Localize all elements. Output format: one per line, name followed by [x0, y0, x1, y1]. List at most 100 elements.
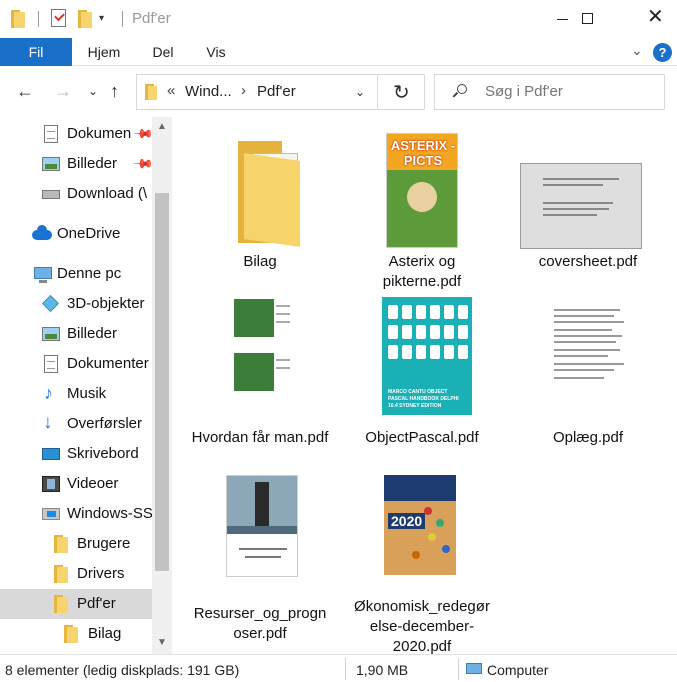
- sidebar-item-drivers[interactable]: Drivers: [0, 559, 152, 589]
- tab-hjem[interactable]: Hjem: [78, 38, 130, 66]
- ribbon-tabs: Fil Hjem Del Vis ⌄ ?: [0, 38, 677, 66]
- sidebar-item-label: Drivers: [77, 565, 125, 582]
- recent-locations-chevron-icon[interactable]: ⌄: [88, 80, 98, 102]
- music-note-icon: ♪: [44, 383, 53, 403]
- tab-vis[interactable]: Vis: [196, 38, 236, 66]
- folder-icon[interactable]: [11, 10, 25, 28]
- file-name: Bilag: [243, 253, 277, 270]
- pdf-thumbnail: ASTERIX - PICTS: [386, 133, 458, 248]
- sidebar-item-3d-objekter[interactable]: 3D-objekter: [0, 289, 152, 319]
- sidebar-item-pdfer[interactable]: Pdf'er: [0, 589, 152, 619]
- properties-icon[interactable]: [51, 9, 66, 27]
- sidebar-item-label: Denne pc: [57, 265, 122, 282]
- close-button[interactable]: ✕: [631, 0, 677, 38]
- folder-icon: [64, 625, 82, 643]
- document-icon: [42, 355, 60, 373]
- minimize-button[interactable]: [539, 0, 585, 38]
- sidebar-item-label: Download (\: [67, 185, 148, 202]
- address-segment-windows-ssd[interactable]: Wind...: [185, 83, 232, 100]
- folder-thumbnail-icon: [238, 141, 308, 247]
- file-name: Resurser_og_prognoser.pdf: [193, 605, 327, 642]
- scrollbar-thumb[interactable]: [155, 193, 169, 571]
- file-name: Hvordan får man.pdf: [191, 429, 329, 446]
- navigation-bar: ← → ⌄ ↑ « Wind... › Pdf'er ⌄ ↻: [0, 66, 677, 117]
- sidebar-item-bilag[interactable]: Bilag: [0, 619, 152, 649]
- file-item-hvordan[interactable]: Hvordan får man.pdf: [190, 293, 330, 473]
- title-separator: [38, 11, 39, 27]
- search-input[interactable]: [485, 83, 655, 100]
- status-divider: [458, 658, 459, 680]
- computer-icon: [466, 663, 482, 674]
- sidebar-item-billeder[interactable]: Billeder: [0, 319, 152, 349]
- forward-arrow-icon[interactable]: →: [54, 80, 72, 102]
- drive-icon: [42, 185, 60, 203]
- title-separator: [122, 11, 123, 27]
- computer-icon: [34, 265, 52, 283]
- status-bar: 8 elementer (ledig diskplads: 191 GB) 1,…: [0, 654, 677, 682]
- maximize-button[interactable]: [582, 0, 631, 38]
- sidebar-scrollbar[interactable]: ▲ ▼: [152, 117, 172, 654]
- sidebar-item-label: Videoer: [67, 475, 119, 492]
- back-arrow-icon[interactable]: ←: [16, 80, 34, 102]
- selection-size: 1,90 MB: [356, 662, 409, 678]
- sidebar-item-label: Billeder: [67, 155, 118, 172]
- file-item-okonomisk[interactable]: 2020 Økonomisk_redegørelse-december-2020…: [352, 469, 492, 655]
- scroll-down-icon[interactable]: ▼: [157, 637, 167, 648]
- address-bar[interactable]: « Wind... › Pdf'er ⌄ ↻: [136, 74, 425, 110]
- sidebar-item-videoer[interactable]: Videoer: [0, 469, 152, 499]
- sidebar-item-dokumenter[interactable]: Dokumenter: [0, 349, 152, 379]
- sidebar-item-denne-pc[interactable]: Denne pc: [0, 259, 152, 289]
- help-icon[interactable]: ?: [653, 43, 672, 62]
- sidebar-item-label: Dokumen: [67, 125, 132, 142]
- file-item-objectpascal[interactable]: MARCO CANTU OBJECT PASCAL HANDBOOK DELPH…: [352, 293, 492, 473]
- windows-drive-icon: [42, 505, 60, 523]
- file-name: ObjectPascal.pdf: [365, 429, 479, 446]
- expand-ribbon-chevron-icon[interactable]: ⌄: [631, 42, 643, 59]
- scroll-up-icon[interactable]: ▲: [157, 121, 167, 132]
- address-overflow[interactable]: «: [167, 82, 175, 99]
- sidebar-item-windows-ssd[interactable]: Windows-SS: [0, 499, 153, 529]
- close-icon: ✕: [647, 6, 664, 28]
- sidebar-item-label: Musik: [67, 385, 107, 402]
- pdf-thumbnail: [226, 475, 298, 577]
- address-dropdown-icon[interactable]: ⌄: [355, 85, 365, 99]
- sidebar-item-overforsler[interactable]: ↓ Overførsler: [0, 409, 152, 439]
- download-arrow-icon: ↓: [43, 412, 53, 433]
- film-icon: [42, 475, 60, 493]
- search-icon: [452, 84, 467, 98]
- window-title: Pdf'er: [132, 10, 171, 27]
- sidebar-item-billeder-quick[interactable]: Billeder 📌: [0, 149, 154, 179]
- file-name: Oplæg.pdf: [552, 429, 624, 446]
- folder-icon: [54, 565, 72, 583]
- file-item-resurser[interactable]: Resurser_og_prognoser.pdf: [190, 469, 330, 649]
- sidebar-item-download[interactable]: Download (\: [0, 179, 152, 209]
- pictures-icon: [42, 325, 60, 343]
- status-divider: [345, 658, 346, 680]
- refresh-icon[interactable]: ↻: [393, 80, 410, 105]
- quick-access-dropdown-icon[interactable]: ▾: [99, 13, 111, 25]
- minimize-icon: [557, 19, 568, 20]
- sidebar-item-dokumenter-quick[interactable]: Dokumen 📌: [0, 119, 154, 149]
- status-location: Computer: [487, 662, 549, 678]
- address-separator[interactable]: ›: [241, 82, 246, 99]
- cloud-icon: [32, 225, 52, 243]
- address-divider: [377, 75, 378, 109]
- title-bar: ▾ Pdf'er ✕: [0, 0, 677, 38]
- address-segment-pdfer[interactable]: Pdf'er: [257, 83, 296, 100]
- sidebar-item-brugere[interactable]: Brugere: [0, 529, 152, 559]
- thumbnail-title: ASTERIX - PICTS: [390, 138, 456, 168]
- sidebar-item-skrivebord[interactable]: Skrivebord: [0, 439, 152, 469]
- file-item-asterix[interactable]: ASTERIX - PICTS Asterix og pikterne.pdf: [352, 117, 492, 297]
- new-folder-icon[interactable]: [78, 10, 92, 28]
- sidebar-item-label: Brugere: [77, 535, 131, 552]
- tab-fil[interactable]: Fil: [0, 38, 72, 66]
- tab-del[interactable]: Del: [142, 38, 184, 66]
- file-item-coversheet[interactable]: coversheet.pdf: [518, 117, 658, 297]
- pictures-icon: [42, 155, 60, 173]
- search-box[interactable]: [434, 74, 665, 110]
- sidebar-item-onedrive[interactable]: OneDrive: [0, 219, 152, 249]
- file-item-bilag[interactable]: Bilag: [190, 117, 330, 297]
- file-item-oplaeg[interactable]: Oplæg.pdf: [518, 293, 658, 473]
- sidebar-item-musik[interactable]: ♪ Musik: [0, 379, 152, 409]
- up-arrow-icon[interactable]: ↑: [110, 80, 119, 102]
